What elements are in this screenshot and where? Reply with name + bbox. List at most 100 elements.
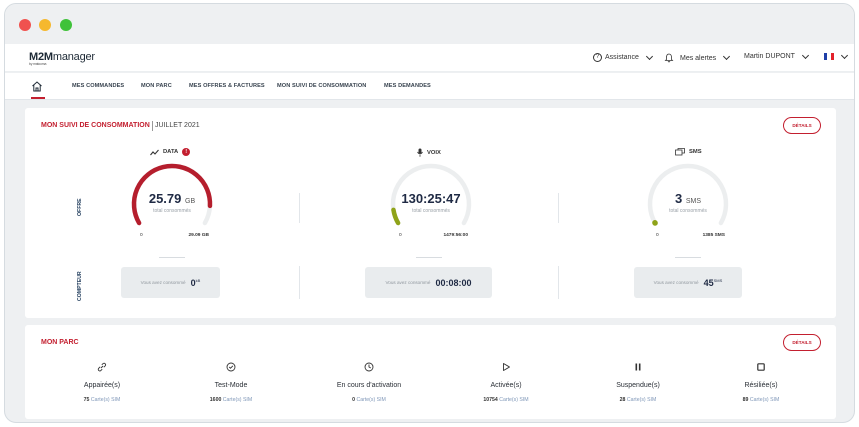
nav-offres-factures[interactable]: MES OFFRES & FACTURES — [189, 83, 265, 89]
sms-value: 3 — [674, 191, 683, 206]
divider — [558, 266, 559, 299]
minimize-window-button[interactable] — [39, 19, 51, 31]
parc-item-activees[interactable]: Activée(s) 10754 Carte(s) SIM — [446, 361, 566, 403]
data-value: 25.79 — [148, 191, 182, 206]
data-total-value: 25.79 GB — [127, 191, 217, 206]
sms-metric-header: SMS — [675, 148, 702, 156]
nav-home[interactable] — [31, 79, 45, 99]
parc-unit-label: Carte(s) SIM — [499, 397, 529, 403]
sms-total-value: 3 SMS — [643, 191, 733, 206]
separator — [416, 257, 442, 258]
pause-icon — [635, 363, 641, 371]
data-counter-unit: kB — [195, 277, 201, 283]
parc-item-count: 28 Carte(s) SIM — [578, 397, 698, 403]
data-metric-header: DATA ! — [150, 148, 191, 156]
parc-title: MON PARC — [41, 339, 79, 346]
parc-card: MON PARC DÉTAILS Appairée(s) 75 Carte(s)… — [25, 325, 836, 419]
french-flag-icon — [824, 53, 834, 60]
language-menu[interactable] — [824, 51, 849, 60]
voice-caption: total consommés — [412, 208, 450, 214]
offer-label: OFFRE — [77, 198, 83, 216]
close-window-button[interactable] — [19, 19, 31, 31]
parc-details-button[interactable]: DÉTAILS — [783, 334, 821, 351]
app-logo[interactable]: M2Mmanager by matooma — [29, 51, 95, 66]
data-max: 29.09 GB — [188, 233, 209, 238]
parc-item-test-mode[interactable]: Test-Mode 1600 Carte(s) SIM — [171, 361, 291, 403]
parc-item-name: En cours d'activation — [336, 382, 402, 389]
parc-count-number: 0 — [352, 397, 356, 403]
voice-counter: Vous avez consommé 00:08:00 — [365, 267, 492, 298]
nav-mes-commandes[interactable]: MES COMMANDES — [72, 83, 124, 89]
data-counter-value: 0kB — [191, 278, 201, 288]
parc-item-name: Appairée(s) — [83, 382, 121, 389]
data-chart-icon — [150, 149, 159, 155]
chevron-down-icon — [840, 51, 849, 59]
data-min: 0 — [140, 233, 143, 238]
parc-count-number: 75 — [83, 397, 90, 403]
parc-item-en-cours[interactable]: En cours d'activation 0 Carte(s) SIM — [309, 361, 429, 403]
nav-mon-parc[interactable]: MON PARC — [141, 83, 172, 89]
assistance-menu[interactable]: ? Assistance — [593, 52, 653, 62]
voice-min: 0 — [399, 233, 402, 238]
parc-item-count: 10754 Carte(s) SIM — [446, 397, 566, 403]
parc-item-name: Résiliée(s) — [744, 382, 778, 389]
home-icon — [32, 81, 42, 92]
sms-caption: total consommés — [669, 208, 707, 214]
parc-count-number: 10754 — [483, 397, 498, 403]
parc-item-name: Suspendue(s) — [616, 382, 660, 389]
voice-counter-label: Vous avez consommé — [385, 280, 431, 285]
sms-counter-unit: SMS — [713, 277, 723, 283]
sms-max: 1385 SMS — [702, 233, 725, 238]
divider — [299, 266, 300, 299]
play-icon — [503, 363, 510, 371]
help-icon: ? — [593, 53, 602, 62]
alerts-label: Mes alertes — [680, 54, 717, 62]
window-chrome — [5, 4, 854, 44]
data-unit: GB — [185, 198, 196, 205]
divider — [558, 193, 559, 223]
sms-icon — [675, 148, 685, 156]
parc-item-count: 1600 Carte(s) SIM — [171, 397, 291, 403]
data-metric-name: DATA — [163, 149, 179, 155]
sms-min: 0 — [656, 233, 659, 238]
stop-icon — [757, 363, 765, 371]
data-alert-badge[interactable]: ! — [182, 148, 191, 156]
parc-count-number: 28 — [619, 397, 626, 403]
maximize-window-button[interactable] — [60, 19, 72, 31]
data-counter-label: Vous avez consommé — [140, 280, 186, 285]
sms-counter: Vous avez consommé 45SMS — [634, 267, 742, 298]
bell-icon — [664, 53, 674, 63]
consumption-details-button[interactable]: DÉTAILS — [783, 117, 821, 134]
parc-count-number: 89 — [742, 397, 749, 403]
separator — [675, 257, 701, 258]
parc-item-appairees[interactable]: Appairée(s) 75 Carte(s) SIM — [42, 361, 162, 403]
parc-count-number: 1600 — [209, 397, 222, 403]
parc-item-name: Test-Mode — [214, 382, 248, 389]
parc-unit-label: Carte(s) SIM — [356, 397, 386, 403]
consumption-period: JUILLET 2021 — [155, 122, 200, 129]
data-counter: Vous avez consommé 0kB — [121, 267, 220, 298]
sms-gauge: 3 SMS total consommés 0 1385 SMS — [643, 160, 733, 245]
parc-item-suspendues[interactable]: Suspendue(s) 28 Carte(s) SIM — [578, 361, 698, 403]
browser-window: M2Mmanager by matooma ? Assistance Mes a… — [4, 3, 855, 423]
main-nav: MES COMMANDES MON PARC MES OFFRES & FACT… — [5, 73, 854, 100]
chevron-down-icon — [801, 51, 809, 59]
nav-suivi-consommation[interactable]: MON SUIVI DE CONSOMMATION — [277, 83, 366, 89]
sms-counter-number: 45 — [703, 277, 714, 288]
parc-unit-label: Carte(s) SIM — [626, 397, 657, 403]
parc-item-count: 75 Carte(s) SIM — [42, 397, 162, 403]
sms-metric-name: SMS — [689, 149, 702, 155]
sms-unit: SMS — [685, 198, 702, 205]
separator — [159, 257, 185, 258]
alerts-menu[interactable]: Mes alertes — [664, 52, 731, 63]
voice-gauge: 130:25:47 total consommés 0 1479:56:00 — [386, 160, 476, 245]
sms-counter-value: 45SMS — [704, 278, 723, 288]
divider — [299, 193, 300, 223]
nav-mes-demandes[interactable]: MES DEMANDES — [384, 83, 431, 89]
parc-unit-label: Carte(s) SIM — [222, 397, 253, 403]
user-menu[interactable]: Martin DUPONT — [744, 51, 809, 60]
link-icon — [97, 362, 107, 372]
logo-rest-text: manager — [52, 51, 95, 63]
parc-item-resiliees[interactable]: Résiliée(s) 89 Carte(s) SIM — [701, 361, 821, 403]
consumption-title: MON SUIVI DE CONSOMMATION — [41, 122, 150, 129]
